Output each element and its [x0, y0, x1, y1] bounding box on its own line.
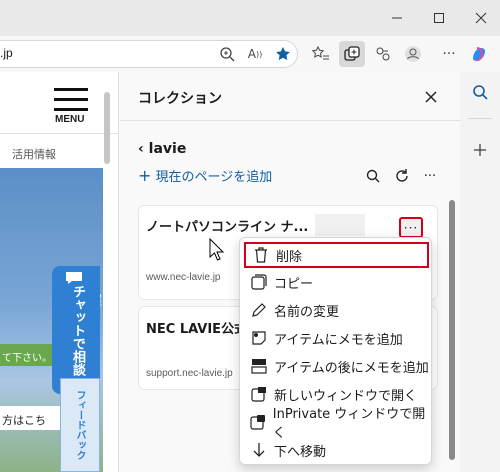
more-menu-icon[interactable]: ···	[437, 42, 461, 66]
trash-icon	[250, 244, 272, 266]
copilot-icon[interactable]	[467, 42, 491, 66]
zoom-icon[interactable]	[215, 42, 239, 66]
new-window-icon	[248, 383, 270, 405]
card-thumbnail	[315, 214, 365, 236]
inprivate-icon	[248, 411, 269, 433]
minimize-icon	[392, 17, 402, 19]
close-icon	[475, 12, 487, 24]
edge-sidebar	[460, 72, 500, 472]
close-window-button[interactable]	[460, 4, 500, 32]
menu-item-label: InPrivate ウィンドウで開く	[272, 407, 426, 441]
search-icon[interactable]	[362, 165, 384, 187]
menu-item-delete[interactable]: 削除	[244, 242, 429, 268]
menu-item-label: 名前の変更	[274, 304, 340, 320]
search-icon[interactable]	[470, 82, 490, 102]
plus-icon: +	[138, 166, 152, 185]
chevron-left-icon: ‹	[138, 141, 144, 157]
feedback-label: フィードバック	[74, 390, 85, 460]
menu-item-label: 削除	[276, 249, 303, 265]
favorites-icon[interactable]	[309, 42, 333, 66]
close-icon	[425, 91, 437, 103]
menu-item-open-inprivate[interactable]: InPrivate ウィンドウで開く	[244, 407, 429, 441]
menu-item-label: アイテムの後にメモを追加	[274, 360, 429, 376]
menu-item-rename[interactable]: 名前の変更	[244, 297, 429, 323]
note-icon	[248, 327, 270, 349]
menu-item-move-down[interactable]: 下へ移動	[244, 437, 429, 463]
add-sidebar-app-icon[interactable]	[470, 140, 490, 160]
chat-button-label: チャットで相談	[71, 285, 86, 376]
page-scrollbar[interactable]	[104, 92, 110, 164]
maximize-icon	[434, 13, 444, 23]
panel-close-button[interactable]	[420, 86, 442, 108]
menu-item-add-note-after[interactable]: アイテムの後にメモを追加	[244, 353, 429, 379]
nav-link-katsuyou[interactable]: 活用情報	[12, 146, 56, 162]
note-after-icon	[248, 355, 270, 377]
collection-name: lavie	[148, 141, 187, 157]
card-more-button[interactable]: ···	[399, 217, 423, 238]
panel-scrollbar[interactable]	[449, 200, 455, 460]
sidebar-divider	[468, 118, 492, 119]
hamburger-menu-icon[interactable]	[54, 88, 88, 116]
collections-icon[interactable]	[339, 41, 365, 67]
mouse-cursor-icon	[209, 237, 225, 266]
arrow-down-icon	[248, 439, 270, 461]
menu-item-add-note[interactable]: アイテムにメモを追加	[244, 325, 429, 351]
read-aloud-icon[interactable]: A))	[243, 42, 267, 66]
menu-item-label: 下へ移動	[274, 444, 327, 460]
add-current-page-button[interactable]: + 現在のページを追加	[138, 166, 272, 185]
address-text: .jp	[0, 46, 13, 60]
menu-item-copy[interactable]: コピー	[244, 269, 429, 295]
refresh-icon[interactable]	[391, 165, 413, 187]
copy-icon	[248, 271, 270, 293]
extensions-icon[interactable]	[371, 42, 395, 66]
menu-item-label: アイテムにメモを追加	[274, 332, 403, 348]
card-url: www.nec-lavie.jp	[146, 272, 221, 283]
panel-divider	[120, 120, 460, 121]
minimize-button[interactable]	[376, 4, 418, 32]
profile-icon[interactable]	[401, 42, 425, 66]
card-url: support.nec-lavie.jp	[146, 368, 233, 379]
menu-label: MENU	[55, 114, 85, 125]
pencil-icon	[248, 299, 270, 321]
card-title: ノートパソコンライン ナ...	[146, 220, 309, 235]
maximize-button[interactable]	[418, 4, 460, 32]
menu-item-label: コピー	[274, 276, 314, 292]
add-page-label: 現在のページを追加	[155, 170, 273, 185]
panel-more-icon[interactable]: ···	[419, 165, 441, 187]
panel-title: コレクション	[138, 91, 222, 107]
back-to-collections[interactable]: ‹ lavie	[138, 141, 186, 157]
favorite-star-icon[interactable]	[271, 42, 295, 66]
menu-item-label: 新しいウィンドウで開く	[274, 388, 418, 404]
more-icon: ···	[403, 220, 419, 235]
